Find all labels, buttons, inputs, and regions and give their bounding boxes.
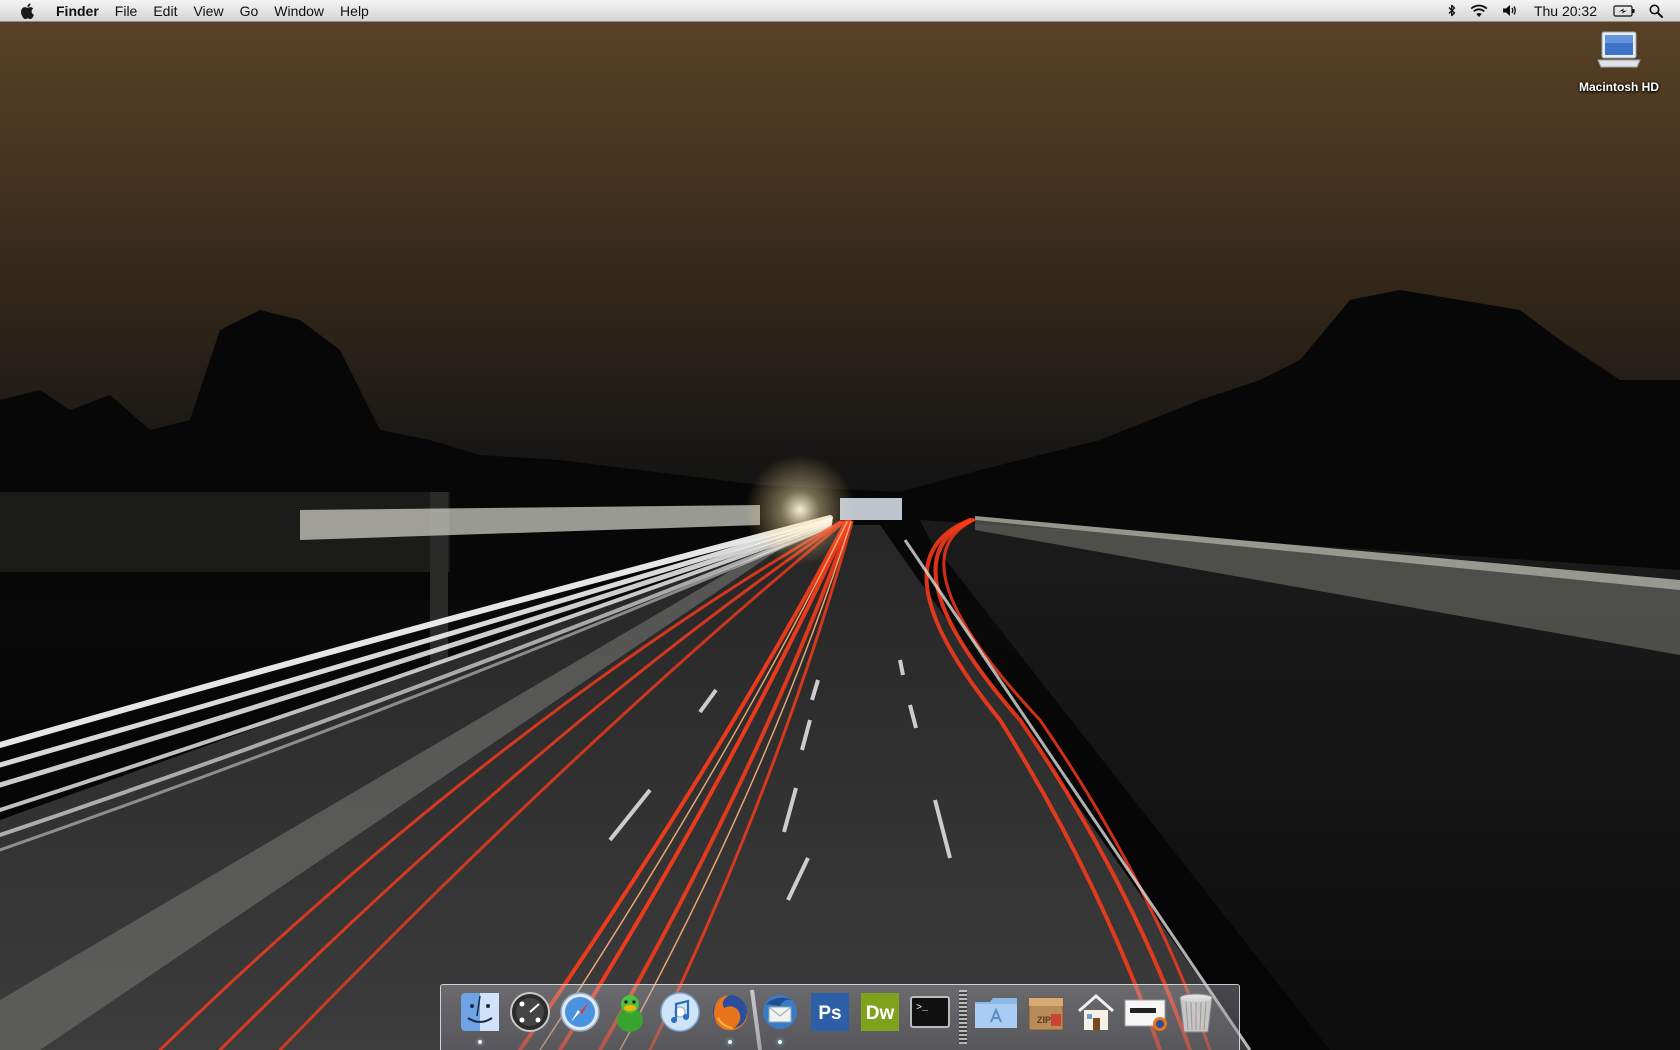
dock: Ps Dw >_ ZIP: [440, 984, 1240, 1050]
dock-adium[interactable]: [605, 990, 655, 1044]
adium-duck-icon: [617, 995, 643, 1032]
menu-app-finder[interactable]: Finder: [48, 0, 107, 22]
battery-charging-icon[interactable]: [1606, 0, 1642, 22]
svg-text:Dw: Dw: [866, 1003, 895, 1024]
dock-firefox[interactable]: [705, 990, 755, 1044]
svg-text:>_: >_: [916, 1003, 929, 1014]
menu-bar: Finder File Edit View Go Window Help Thu…: [0, 0, 1680, 22]
menu-view[interactable]: View: [185, 0, 231, 22]
menu-window[interactable]: Window: [266, 0, 332, 22]
downloads-window-icon: [1124, 999, 1167, 1031]
dock-dashboard[interactable]: [505, 990, 555, 1044]
menu-clock[interactable]: Thu 20:32: [1525, 0, 1606, 22]
dock-thunderbird[interactable]: [755, 990, 805, 1044]
laptop-drive-icon: [1595, 28, 1643, 76]
applications-folder-icon: [975, 998, 1017, 1028]
menu-file[interactable]: File: [107, 0, 146, 22]
home-icon: [1078, 993, 1114, 1030]
apple-logo-icon[interactable]: [16, 0, 38, 22]
spotlight-search-icon[interactable]: [1642, 0, 1670, 22]
bluetooth-icon[interactable]: [1441, 0, 1463, 22]
dock-trash[interactable]: [1171, 990, 1221, 1044]
desktop-icon-macintosh-hd[interactable]: Macintosh HD: [1565, 28, 1673, 94]
dock-photoshop[interactable]: Ps: [805, 990, 855, 1044]
dreamweaver-icon: Dw: [861, 993, 899, 1031]
running-indicator: [778, 1040, 782, 1044]
wallpaper-scene: [0, 290, 1680, 1050]
terminal-icon: >_: [910, 996, 950, 1028]
thunderbird-icon: [763, 995, 797, 1029]
trash-icon: [1179, 993, 1213, 1033]
menu-help[interactable]: Help: [332, 0, 377, 22]
dock-stack-home[interactable]: [1071, 990, 1121, 1044]
finder-icon: [461, 993, 499, 1031]
dock-separator: [959, 990, 967, 1044]
volume-icon[interactable]: [1495, 0, 1525, 22]
dock-itunes[interactable]: [655, 990, 705, 1044]
safari-icon: [560, 992, 600, 1032]
dock-stack-applications[interactable]: [971, 990, 1021, 1044]
dock-stack-archive[interactable]: ZIP: [1021, 990, 1071, 1044]
dock-stack-downloads[interactable]: [1121, 990, 1171, 1044]
dock-finder[interactable]: [455, 990, 505, 1044]
menu-go[interactable]: Go: [232, 0, 267, 22]
photoshop-icon: Ps: [811, 993, 849, 1031]
zip-archive-icon: ZIP: [1028, 997, 1064, 1031]
dashboard-icon: [510, 992, 550, 1032]
desktop-icon-label: Macintosh HD: [1578, 80, 1659, 94]
running-indicator: [478, 1040, 482, 1044]
running-indicator: [728, 1040, 732, 1044]
svg-text:Ps: Ps: [818, 1003, 841, 1024]
svg-text:ZIP: ZIP: [1037, 1015, 1051, 1025]
dock-dreamweaver[interactable]: Dw: [855, 990, 905, 1044]
dock-safari[interactable]: [555, 990, 605, 1044]
desktop-wallpaper: [0, 0, 1680, 1050]
firefox-icon: [713, 995, 748, 1031]
dock-terminal[interactable]: >_: [905, 990, 955, 1044]
menu-edit[interactable]: Edit: [145, 0, 185, 22]
wifi-icon[interactable]: [1463, 0, 1495, 22]
menu-extras: Thu 20:32: [1441, 0, 1680, 22]
itunes-icon: [660, 992, 700, 1032]
